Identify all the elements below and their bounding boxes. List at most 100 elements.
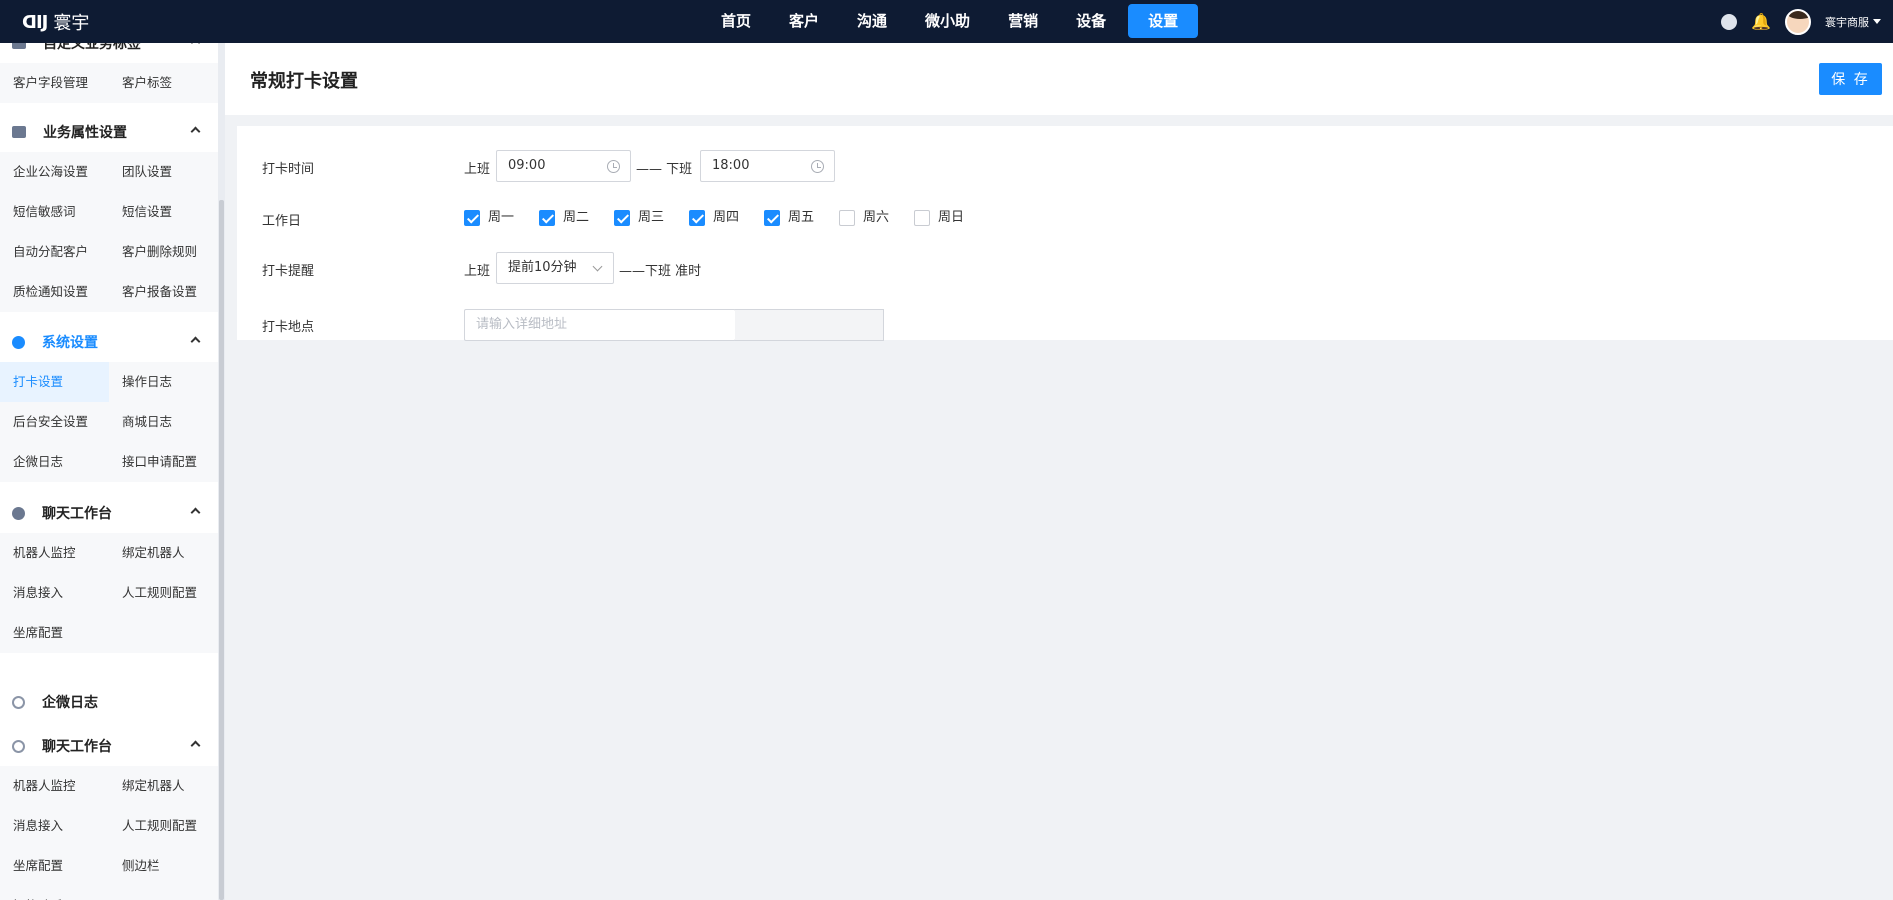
- nav-home[interactable]: 首页: [705, 4, 767, 38]
- sidebar-group-title: 聊天工作台: [42, 739, 112, 755]
- checkbox-label-tue[interactable]: 周二: [563, 210, 589, 226]
- settings-icon: [12, 335, 25, 349]
- sidebar-item-api-apply[interactable]: 接口申请配置: [109, 442, 218, 482]
- avatar[interactable]: [1785, 8, 1811, 35]
- chevron-up-icon[interactable]: [190, 507, 201, 518]
- app-logo[interactable]: ᗡIJ 寰宇: [22, 9, 89, 35]
- checkbox-label-sun[interactable]: 周日: [938, 210, 964, 226]
- sidebar-item-delete-rules[interactable]: 客户删除规则: [109, 232, 218, 272]
- checkbox-thu[interactable]: [689, 210, 705, 226]
- ring-icon: [12, 695, 25, 709]
- sidebar-group-wecom-log: 企微日志: [0, 682, 218, 722]
- sidebar: 自定义业务标签 客户字段管理 客户标签 业务属性设置 企业公海设置 团队设置 短…: [0, 43, 218, 900]
- sidebar-item-robot-monitor[interactable]: 机器人监控: [0, 533, 109, 573]
- sidebar-item-seat-config[interactable]: 坐席配置: [0, 846, 109, 886]
- reminder-select[interactable]: 提前10分钟: [496, 252, 614, 284]
- reminder-end-text: ——下班 准时: [619, 264, 702, 279]
- checkbox-wed[interactable]: [614, 210, 630, 226]
- sidebar-item-sms-sensitive[interactable]: 短信敏感词: [0, 192, 109, 232]
- sidebar-item-checkin[interactable]: 打卡设置: [0, 362, 109, 402]
- sidebar-item-robot-monitor[interactable]: 机器人监控: [0, 766, 109, 806]
- bell-icon[interactable]: 🔔: [1751, 12, 1771, 31]
- sidebar-group-header[interactable]: 企微日志: [0, 682, 218, 722]
- sidebar-group-system: 系统设置 打卡设置 操作日志 后台安全设置 商城日志 企微日志 接口申请配置: [0, 322, 218, 482]
- sidebar-group-chat: 聊天工作台 机器人监控 绑定机器人 消息接入 人工规则配置 坐席配置: [0, 493, 218, 653]
- sidebar-group-business: 业务属性设置 企业公海设置 团队设置 短信敏感词 短信设置 自动分配客户 客户删…: [0, 112, 218, 312]
- sidebar-group-title: 企微日志: [42, 695, 98, 711]
- sidebar-item-manual-rules[interactable]: 人工规则配置: [109, 573, 218, 613]
- sidebar-item-auto-assign[interactable]: 自动分配客户: [0, 232, 109, 272]
- sidebar-item-mall-log[interactable]: 商城日志: [109, 402, 218, 442]
- sidebar-group-header[interactable]: 系统设置: [0, 322, 218, 362]
- sidebar-item-message-access[interactable]: 消息接入: [0, 806, 109, 846]
- sidebar-scrollbar[interactable]: [218, 43, 225, 900]
- sidebar-item-customer-fields[interactable]: 客户字段管理: [0, 63, 109, 103]
- sidebar-item-smart-assistant[interactable]: 智能助手: [0, 886, 109, 900]
- time-label: 打卡时间: [262, 162, 315, 177]
- checkbox-fri[interactable]: [764, 210, 780, 226]
- sidebar-item-sidebar[interactable]: 侧边栏: [109, 846, 218, 886]
- sidebar-item-sms-settings[interactable]: 短信设置: [109, 192, 218, 232]
- chevron-down-icon: [592, 261, 603, 272]
- sidebar-group-chat-2: 聊天工作台 机器人监控 绑定机器人 消息接入 人工规则配置 坐席配置 侧边栏 智…: [0, 726, 218, 900]
- tag-icon: [12, 43, 26, 49]
- checkbox-tue[interactable]: [539, 210, 555, 226]
- briefcase-icon: [12, 126, 26, 138]
- chevron-up-icon[interactable]: [190, 43, 201, 48]
- caret-down-icon: [1873, 19, 1881, 24]
- sidebar-item-bind-robot[interactable]: 绑定机器人: [109, 766, 218, 806]
- sidebar-group-header[interactable]: 聊天工作台: [0, 726, 218, 766]
- checkbox-sun[interactable]: [914, 210, 930, 226]
- nav-device[interactable]: 设备: [1060, 4, 1122, 38]
- page-header: 常规打卡设置 保 存: [225, 43, 1893, 115]
- sidebar-item-op-log[interactable]: 操作日志: [109, 362, 218, 402]
- sidebar-item-security[interactable]: 后台安全设置: [0, 402, 109, 442]
- checkbox-label-mon[interactable]: 周一: [488, 210, 514, 226]
- checkbox-sat[interactable]: [839, 210, 855, 226]
- sidebar-item-customer-tags[interactable]: 客户标签: [109, 63, 218, 103]
- sidebar-item-public-pool[interactable]: 企业公海设置: [0, 152, 109, 192]
- nav-assistant[interactable]: 微小助: [909, 4, 986, 38]
- sidebar-group-custom-tags: 自定义业务标签 客户字段管理 客户标签: [0, 43, 218, 103]
- workdays-label: 工作日: [262, 214, 302, 229]
- nav-settings[interactable]: 设置: [1128, 4, 1199, 38]
- scrollbar-thumb[interactable]: [219, 200, 224, 900]
- logo-text: 寰宇: [53, 13, 90, 34]
- sidebar-item-manual-rules[interactable]: 人工规则配置: [109, 806, 218, 846]
- nav-customer[interactable]: 客户: [773, 4, 835, 38]
- clock-icon: [607, 160, 620, 173]
- sidebar-item-seat-config[interactable]: 坐席配置: [0, 613, 109, 653]
- address-input[interactable]: 请输入详细地址: [464, 309, 736, 341]
- end-time-input[interactable]: 18:00: [700, 150, 835, 182]
- checkbox-label-sat[interactable]: 周六: [863, 210, 889, 226]
- checkbox-label-thu[interactable]: 周四: [713, 210, 739, 226]
- checkbox-label-fri[interactable]: 周五: [788, 210, 814, 226]
- sidebar-group-header[interactable]: 业务属性设置: [0, 112, 218, 152]
- sidebar-group-title: 业务属性设置: [43, 125, 127, 141]
- sidebar-group-title: 自定义业务标签: [43, 43, 141, 52]
- save-button[interactable]: 保 存: [1819, 63, 1882, 95]
- start-work-label: 上班: [464, 162, 491, 177]
- sidebar-group-header[interactable]: 自定义业务标签: [0, 43, 218, 63]
- chevron-up-icon[interactable]: [190, 336, 201, 347]
- sidebar-item-message-access[interactable]: 消息接入: [0, 573, 109, 613]
- start-time-value: 09:00: [508, 158, 546, 173]
- checkbox-mon[interactable]: [464, 210, 480, 226]
- sidebar-item-team[interactable]: 团队设置: [109, 152, 218, 192]
- user-menu[interactable]: 寰宇商服: [1825, 14, 1881, 30]
- search-icon[interactable]: [1721, 13, 1738, 30]
- nav-communicate[interactable]: 沟通: [841, 4, 903, 38]
- checkbox-label-wed[interactable]: 周三: [638, 210, 664, 226]
- user-name: 寰宇商服: [1825, 15, 1869, 29]
- sidebar-item-qc-notify[interactable]: 质检通知设置: [0, 272, 109, 312]
- sidebar-group-header[interactable]: 聊天工作台: [0, 493, 218, 533]
- chevron-up-icon[interactable]: [190, 126, 201, 137]
- chevron-up-icon[interactable]: [190, 740, 201, 751]
- sidebar-item-bind-robot[interactable]: 绑定机器人: [109, 533, 218, 573]
- address-addon[interactable]: [735, 309, 884, 341]
- top-bar: ᗡIJ 寰宇 首页 客户 沟通 微小助 营销 设备 设置 🔔 寰宇商服: [0, 0, 1893, 43]
- sidebar-item-wecom-log[interactable]: 企微日志: [0, 442, 109, 482]
- nav-marketing[interactable]: 营销: [992, 4, 1054, 38]
- sidebar-item-report[interactable]: 客户报备设置: [109, 272, 218, 312]
- start-time-input[interactable]: 09:00: [496, 150, 631, 182]
